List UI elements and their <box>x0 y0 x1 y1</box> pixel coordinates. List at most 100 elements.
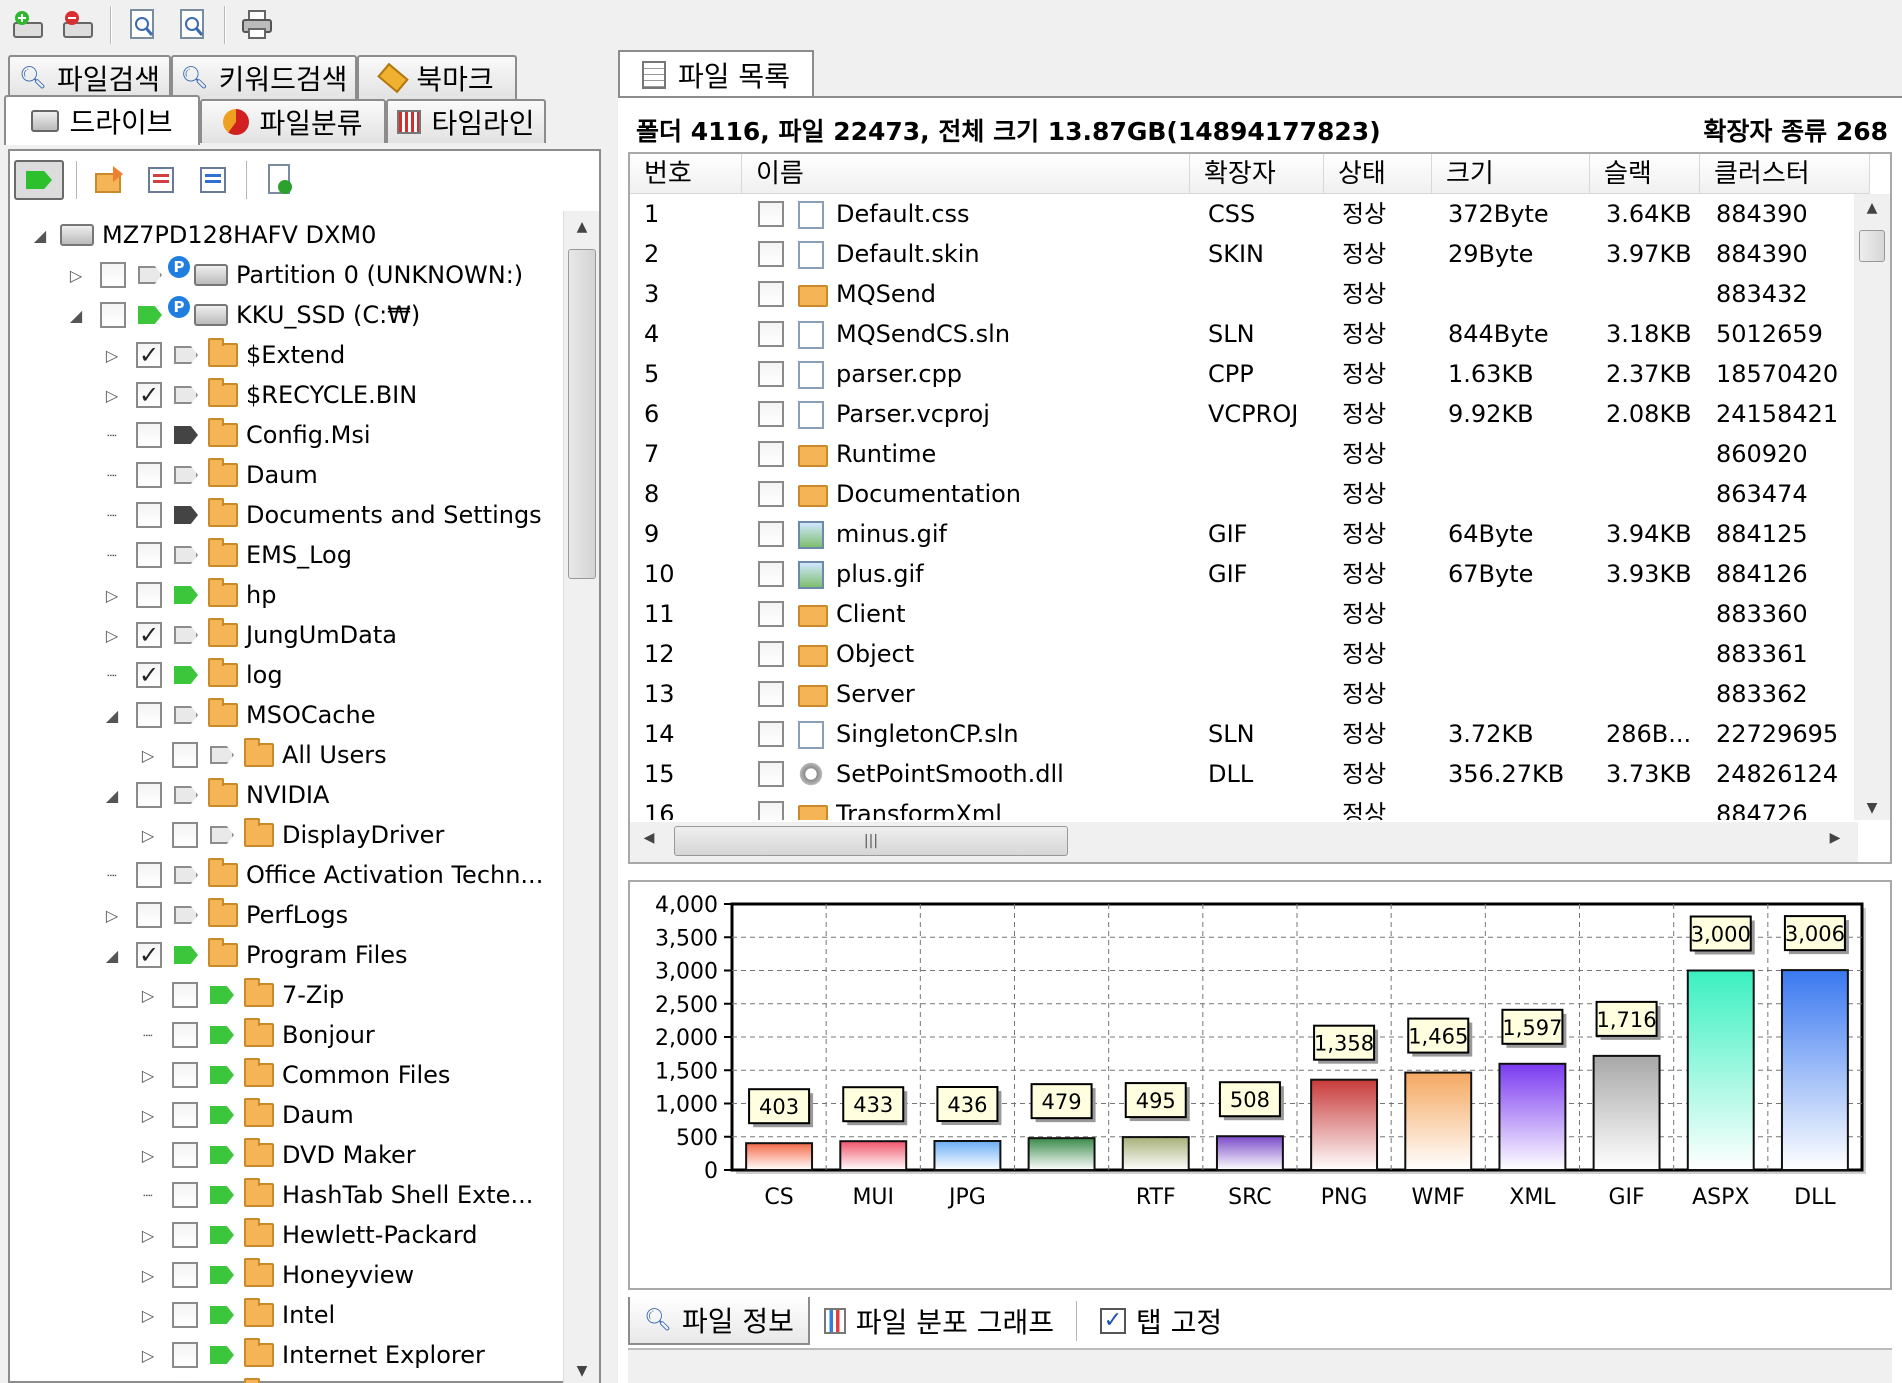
tree-node[interactable]: ▷ All Users <box>138 735 387 775</box>
collapse-arrow-icon[interactable]: ◢ <box>66 306 86 325</box>
collapse-arrow-icon[interactable]: ◢ <box>102 786 122 805</box>
table-row[interactable]: 7 Runtime 정상 860920 <box>630 434 1850 474</box>
expand-arrow-icon[interactable]: ▷ <box>102 626 122 645</box>
tab-file-classify[interactable]: 파일분류 <box>200 99 386 143</box>
tree-checkbox[interactable]: ✓ <box>136 662 162 688</box>
row-checkbox[interactable] <box>758 601 784 627</box>
tree-checkbox[interactable] <box>172 822 198 848</box>
expand-arrow-icon[interactable]: ▷ <box>102 586 122 605</box>
collapse-arrow-icon[interactable]: ◢ <box>30 226 50 245</box>
expand-arrow-icon[interactable]: ▷ <box>102 386 122 405</box>
tab-file-list[interactable]: 파일 목록 <box>618 50 814 98</box>
search-doc-button[interactable] <box>124 6 162 44</box>
expand-arrow-icon[interactable]: ▷ <box>102 346 122 365</box>
pin-tab-checkbox[interactable]: ✓ <box>1100 1308 1127 1334</box>
table-row[interactable]: 13 Server 정상 883362 <box>630 674 1850 714</box>
tree-node[interactable]: ┈ HashTab Shell Exte... <box>138 1175 533 1215</box>
expand-arrow-icon[interactable]: ▷ <box>138 986 158 1005</box>
tree-checkbox[interactable] <box>136 462 162 488</box>
tree-checkbox[interactable] <box>172 982 198 1008</box>
row-checkbox[interactable] <box>758 801 784 820</box>
tree-node[interactable]: ▷ ✓ JungUmData <box>102 615 397 655</box>
tree-checkbox[interactable]: ✓ <box>136 942 162 968</box>
col-header-status[interactable]: 상태 <box>1324 154 1432 194</box>
tree-checkbox[interactable] <box>100 262 126 288</box>
tree-checkbox[interactable] <box>136 542 162 568</box>
tree-checkbox[interactable] <box>172 1302 198 1328</box>
expand-arrow-icon[interactable]: ▷ <box>138 826 158 845</box>
expand-arrow-icon[interactable]: ▷ <box>138 1146 158 1165</box>
tag-filter-button[interactable] <box>14 160 64 200</box>
list-horizontal-scrollbar[interactable]: ◀ ||| ▶ <box>630 822 1858 862</box>
tree-checkbox[interactable] <box>136 902 162 928</box>
chart-bar[interactable] <box>1121 1136 1190 1172</box>
tree-node[interactable]: ▷Java <box>138 1375 333 1383</box>
tree-checkbox[interactable] <box>172 1262 198 1288</box>
tree-checkbox[interactable] <box>136 422 162 448</box>
chart-bar[interactable] <box>933 1140 1002 1172</box>
table-row[interactable]: 12 Object 정상 883361 <box>630 634 1850 674</box>
tree-checkbox[interactable] <box>172 1182 198 1208</box>
pin-tab-toggle[interactable]: ✓ 탭 고정 <box>1086 1297 1236 1345</box>
tab-file-distribution-graph[interactable]: 파일 분포 그래프 <box>810 1297 1068 1345</box>
table-row[interactable]: 2 Default.skin SKIN 정상 29Byte 3.97KB 884390 <box>630 234 1850 274</box>
row-checkbox[interactable] <box>758 201 784 227</box>
tab-file-search[interactable]: 🔍︎ 파일검색 <box>8 55 171 99</box>
tree-checkbox[interactable] <box>136 702 162 728</box>
scroll-down-arrow-icon[interactable]: ▼ <box>564 1363 600 1379</box>
tree-checkbox[interactable]: ✓ <box>136 382 162 408</box>
tree-node[interactable]: ▷ P Partition 0 (UNKNOWN:) <box>66 255 523 295</box>
tab-bookmark[interactable]: 북마크 <box>357 55 517 99</box>
row-checkbox[interactable] <box>758 681 784 707</box>
row-checkbox[interactable] <box>758 641 784 667</box>
tree-checkbox[interactable] <box>136 502 162 528</box>
expand-arrow-icon[interactable]: ▷ <box>138 1066 158 1085</box>
table-row[interactable]: 15 SetPointSmooth.dll DLL 정상 356.27KB 3.73KB 2… <box>630 754 1850 794</box>
tree-node[interactable]: ◢ NVIDIA <box>102 775 329 815</box>
drive-tree[interactable]: ◢ MZ7PD128HAFV DXM0 ▷ P Partition 0 (UNKNOWN… <box>10 211 563 1383</box>
tree-checkbox[interactable] <box>172 1222 198 1248</box>
table-row[interactable]: 8 Documentation 정상 863474 <box>630 474 1850 514</box>
expand-arrow-icon[interactable]: ▷ <box>138 1106 158 1125</box>
col-header-number[interactable]: 번호 <box>630 154 742 194</box>
list-hscroll-thumb[interactable]: ||| <box>674 826 1068 856</box>
chart-bar[interactable] <box>839 1140 908 1172</box>
col-header-name[interactable]: 이름 <box>742 154 1190 194</box>
tree-scroll-thumb[interactable] <box>568 249 596 579</box>
chart-bar[interactable] <box>1498 1062 1567 1171</box>
tree-node[interactable]: ┈ Daum <box>102 455 318 495</box>
scroll-down-arrow-icon[interactable]: ▼ <box>1854 800 1890 816</box>
row-checkbox[interactable] <box>758 481 784 507</box>
expand-arrow-icon[interactable]: ▷ <box>138 1346 158 1365</box>
row-checkbox[interactable] <box>758 281 784 307</box>
tree-node[interactable]: ▷ Daum <box>138 1095 354 1135</box>
row-checkbox[interactable] <box>758 401 784 427</box>
col-header-ext[interactable]: 확장자 <box>1190 154 1324 194</box>
collapse-arrow-icon[interactable]: ◢ <box>102 946 122 965</box>
table-row[interactable]: 10 plus.gif GIF 정상 67Byte 3.93KB 884126 <box>630 554 1850 594</box>
lock-file-button[interactable] <box>260 160 300 200</box>
tree-node[interactable]: ▷ ✓ $Extend <box>102 335 345 375</box>
tree-checkbox[interactable] <box>172 1342 198 1368</box>
chart-bar[interactable] <box>1215 1135 1284 1172</box>
row-checkbox[interactable] <box>758 321 784 347</box>
remove-drive-button[interactable] <box>60 6 98 44</box>
row-checkbox[interactable] <box>758 241 784 267</box>
tree-node[interactable]: ┈ Documents and Settings <box>102 495 542 535</box>
tree-node[interactable]: ▷ DisplayDriver <box>138 815 444 855</box>
tree-node[interactable]: ┈ Office Activation Techn... <box>102 855 543 895</box>
tree-node[interactable]: ▷ Intel <box>138 1295 335 1335</box>
import-list-button[interactable] <box>194 160 234 200</box>
list-scroll-thumb[interactable] <box>1859 230 1885 262</box>
chart-bar[interactable] <box>1404 1071 1473 1171</box>
scroll-up-arrow-icon[interactable]: ▲ <box>1854 200 1890 216</box>
row-checkbox[interactable] <box>758 521 784 547</box>
table-row[interactable]: 4 MQSendCS.sln SLN 정상 844Byte 3.18KB 5012659 <box>630 314 1850 354</box>
tree-scrollbar[interactable]: ▲ ▼ <box>563 211 599 1383</box>
table-row[interactable]: 11 Client 정상 883360 <box>630 594 1850 634</box>
tree-node[interactable]: ◢ P KKU_SSD (C:₩) <box>66 295 420 335</box>
tree-node[interactable]: ▷ hp <box>102 575 276 615</box>
tree-node[interactable]: ▷ Honeyview <box>138 1255 414 1295</box>
expand-arrow-icon[interactable]: ▷ <box>138 1266 158 1285</box>
row-checkbox[interactable] <box>758 441 784 467</box>
